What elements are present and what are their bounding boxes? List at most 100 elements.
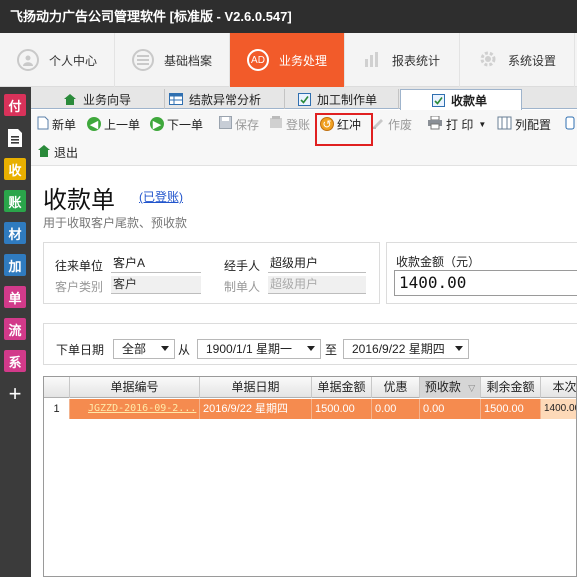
header-prepay[interactable]: 预收款 ▽	[420, 377, 481, 398]
handler-field[interactable]: 超级用户	[268, 255, 366, 273]
save-button[interactable]: 保存	[219, 112, 259, 136]
start-date-value: 1900/1/1 星期一	[206, 342, 293, 356]
row-discount: 0.00	[372, 399, 420, 419]
printer-icon	[427, 115, 443, 133]
module-nav: 个人中心 基础档案 AD 业务处理 报表统计 系统设置	[0, 33, 577, 87]
header-doc-no[interactable]: 单据编号	[70, 377, 200, 398]
save-label: 保存	[235, 117, 260, 132]
row-doc-date: 2016/9/22 星期四	[200, 399, 312, 419]
quick-pay-button[interactable]: 付	[4, 94, 26, 116]
category-label: 客户类别	[55, 280, 104, 294]
header-this-time[interactable]: 本次结	[541, 377, 576, 398]
form-icon	[297, 92, 311, 106]
columns-label: 列配置	[515, 117, 552, 132]
window-title: 飞扬动力广告公司管理软件 [标准版 - V2.6.0.547]	[0, 0, 577, 33]
new-document-icon	[37, 116, 49, 133]
app-window: 飞扬动力广告公司管理软件 [标准版 - V2.6.0.547] 个人中心 基础档…	[0, 0, 577, 577]
post-button[interactable]: 登账	[269, 112, 310, 136]
date-range-value: 全部	[122, 342, 147, 356]
print-label: 打 印	[446, 117, 474, 132]
from-label: 从	[178, 343, 191, 357]
reverse-highlight-box	[315, 113, 373, 146]
bar-chart-icon	[364, 51, 382, 70]
quick-order-button[interactable]: 单	[4, 286, 26, 308]
end-date-value: 2016/9/22 星期四	[352, 342, 445, 356]
list-icon	[131, 49, 154, 71]
print-button[interactable]: 打 印 ▼	[427, 112, 486, 136]
home-icon	[63, 93, 77, 106]
module-settings[interactable]: 系统设置	[460, 33, 575, 87]
post-label: 登账	[286, 117, 311, 132]
start-date-picker[interactable]: 1900/1/1 星期一	[197, 339, 321, 359]
row-number: 1	[44, 399, 70, 419]
module-label: 个人中心	[48, 53, 97, 68]
quick-account-button[interactable]: 账	[4, 190, 26, 212]
tab-label: 结款异常分析	[189, 92, 262, 107]
module-label: 业务处理	[278, 53, 327, 68]
amount-field[interactable]: 1400.00	[394, 270, 577, 296]
date-range-select[interactable]: 全部	[113, 339, 175, 359]
category-field: 客户	[111, 276, 201, 294]
creator-field: 超级用户	[268, 276, 366, 294]
customer-field[interactable]: 客户A	[111, 255, 201, 273]
module-personal-center[interactable]: 个人中心	[0, 33, 115, 87]
page-title: 收款单	[43, 187, 115, 214]
next-button[interactable]: ▶ 下一单	[150, 112, 203, 136]
header-row-number	[44, 377, 70, 398]
more-toolbar-button[interactable]	[565, 112, 575, 136]
header-remaining[interactable]: 剩余金额	[481, 377, 541, 398]
tab-business-guide[interactable]: 业务向导	[55, 89, 165, 109]
prev-button[interactable]: ◀ 上一单	[87, 112, 140, 136]
to-label: 至	[325, 343, 338, 357]
columns-config-button[interactable]: 列配置	[497, 112, 551, 136]
chevron-down-icon	[307, 346, 315, 351]
exit-button[interactable]: 退出	[37, 140, 78, 164]
columns-icon	[497, 116, 512, 133]
new-button[interactable]: 新单	[37, 112, 76, 136]
filter-icon[interactable]: ▽	[468, 383, 475, 393]
order-date-label: 下单日期	[56, 343, 105, 357]
table-row[interactable]: 1 JGZZD-2016-09-2... 2016/9/22 星期四 1500.…	[44, 399, 576, 419]
quick-flow-button[interactable]: 流	[4, 318, 26, 340]
exit-icon	[37, 144, 51, 161]
module-basic-archives[interactable]: 基础档案	[115, 33, 230, 87]
arrow-right-icon: ▶	[150, 117, 164, 131]
header-discount[interactable]: 优惠	[372, 377, 420, 398]
quick-add-button[interactable]: +	[4, 381, 26, 406]
post-icon	[269, 116, 283, 132]
void-icon	[371, 116, 385, 132]
end-date-picker[interactable]: 2016/9/22 星期四	[343, 339, 469, 359]
header-doc-date[interactable]: 单据日期	[200, 377, 312, 398]
row-remaining: 1500.00	[481, 399, 541, 419]
status-link[interactable]: (已登账)	[139, 188, 183, 205]
tab-label: 加工制作单	[317, 92, 378, 107]
quick-process-button[interactable]: 加	[4, 254, 26, 276]
tab-processing-order[interactable]: 加工制作单	[289, 89, 399, 109]
table-header: 单据编号 单据日期 单据金额 优惠 预收款 ▽ 剩余金额 本次结	[44, 377, 576, 398]
toolbar: 新单 ◀ 上一单 ▶ 下一单 保存 登账 ↺ 红冲 作废 打 印 ▼ 列配置 退…	[31, 110, 577, 166]
creator-label: 制单人	[224, 280, 261, 294]
dropdown-arrow-icon: ▼	[478, 119, 487, 129]
tab-receipt[interactable]: 收款单	[400, 89, 522, 110]
form-icon	[431, 93, 445, 107]
quick-doc-button[interactable]	[4, 127, 26, 149]
header-doc-amount[interactable]: 单据金额	[312, 377, 372, 398]
row-doc-amount: 1500.00	[312, 399, 372, 419]
module-business[interactable]: AD 业务处理	[230, 33, 345, 87]
module-reports[interactable]: 报表统计	[345, 33, 460, 87]
tab-payment-anomaly[interactable]: 结款异常分析	[161, 89, 285, 109]
document-icon	[8, 129, 22, 147]
amount-label: 收款金额（元）	[396, 255, 481, 269]
row-prepay: 0.00	[420, 399, 481, 419]
handler-label: 经手人	[224, 259, 261, 273]
void-button[interactable]: 作废	[371, 112, 412, 136]
quick-receive-button[interactable]: 收	[4, 158, 26, 180]
quick-system-button[interactable]: 系	[4, 350, 26, 372]
quick-material-button[interactable]: 材	[4, 222, 26, 244]
receipt-form: 收款单 (已登账) 用于收取客户尾款、预收款 往来单位 客户A 客户类别 客户 …	[31, 166, 577, 577]
save-icon	[219, 116, 232, 132]
row-doc-no-link[interactable]: JGZZD-2016-09-2...	[70, 399, 200, 419]
void-label: 作废	[388, 117, 413, 132]
row-this-time[interactable]: 1400.00	[541, 399, 576, 419]
page-subtitle: 用于收取客户尾款、预收款	[43, 216, 188, 230]
